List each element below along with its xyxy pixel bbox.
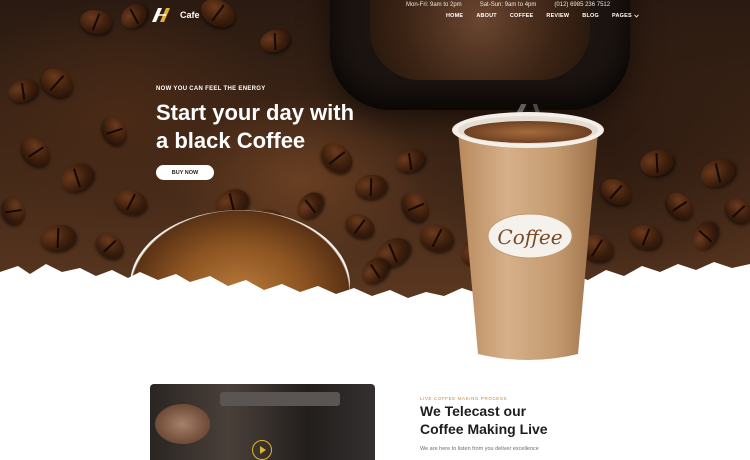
nav-pages-label: PAGES — [612, 13, 632, 19]
live-title: We Telecast our Coffee Making Live — [420, 402, 600, 438]
coffee-bean — [721, 193, 750, 229]
nav-home[interactable]: HOME — [446, 13, 463, 19]
live-description: We are here to listen from you deliver e… — [420, 446, 539, 452]
live-title-line2: Coffee Making Live — [420, 421, 548, 437]
nav-blog[interactable]: BLOG — [582, 13, 599, 19]
weekday-hours: Mon-Fri: 9am to 2pm — [406, 2, 462, 8]
nav-coffee[interactable]: COFFEE — [510, 13, 534, 19]
coffee-bean — [16, 132, 56, 172]
coffee-bean — [116, 0, 152, 34]
coffee-bean — [696, 153, 740, 193]
coffee-bean — [97, 112, 133, 150]
coffee-bean — [55, 158, 99, 198]
coffee-bean — [112, 186, 150, 218]
coffee-bean — [38, 222, 78, 254]
contact-info-bar: Mon-Fri: 9am to 2pm Sat-Sun: 9am to 4pm … — [406, 2, 610, 8]
coffee-bean — [661, 187, 699, 225]
ground-coffee-image — [370, 0, 590, 80]
paper-cup-image: Coffee — [452, 104, 604, 360]
coffee-bean — [35, 63, 79, 103]
hero-headline-line1: Start your day with — [156, 100, 355, 125]
coffee-bean — [637, 146, 677, 180]
live-title-line1: We Telecast our — [420, 403, 527, 419]
torn-paper-edge — [0, 262, 750, 300]
hero-eyebrow: NOW YOU CAN FEEL THE ENERGY — [156, 86, 266, 92]
play-icon[interactable] — [252, 440, 272, 460]
buy-now-button[interactable]: BUY NOW — [156, 165, 214, 180]
coffee-bean — [291, 187, 329, 225]
coffee-bean — [196, 0, 240, 33]
live-video-thumbnail[interactable] — [150, 384, 375, 460]
main-nav: HOME ABOUT COFFEE REVIEW BLOG PAGES — [446, 13, 639, 19]
nav-about[interactable]: ABOUT — [476, 13, 497, 19]
nav-review[interactable]: REVIEW — [546, 13, 569, 19]
coffee-bean — [78, 7, 114, 37]
coffee-bean — [687, 217, 723, 255]
logo-mark-icon — [152, 8, 170, 22]
live-eyebrow: LIVE COFFEE MAKING PROCESS — [420, 396, 508, 401]
coffee-bean — [341, 209, 379, 243]
phone-number[interactable]: (012) 6985 236 7512 — [554, 2, 610, 8]
brand-name: Cafe — [180, 10, 200, 20]
hero-headline: Start your day with a black Coffee — [156, 99, 416, 155]
coffee-bean — [396, 187, 436, 227]
coffee-bean — [257, 26, 293, 56]
chevron-down-icon — [634, 14, 639, 18]
coffee-bean — [0, 194, 30, 228]
hero-headline-line2: a black Coffee — [156, 128, 306, 153]
cup-label-text: Coffee — [497, 225, 562, 249]
weekend-hours: Sat-Sun: 9am to 4pm — [479, 2, 537, 8]
barista-hand-image — [155, 404, 210, 444]
brand-logo[interactable]: Cafe — [152, 8, 200, 22]
coffee-bean — [353, 172, 389, 202]
coffee-bean — [628, 222, 664, 252]
coffee-bean — [5, 75, 41, 107]
nav-pages[interactable]: PAGES — [612, 13, 639, 19]
espresso-machine-image — [220, 392, 340, 406]
